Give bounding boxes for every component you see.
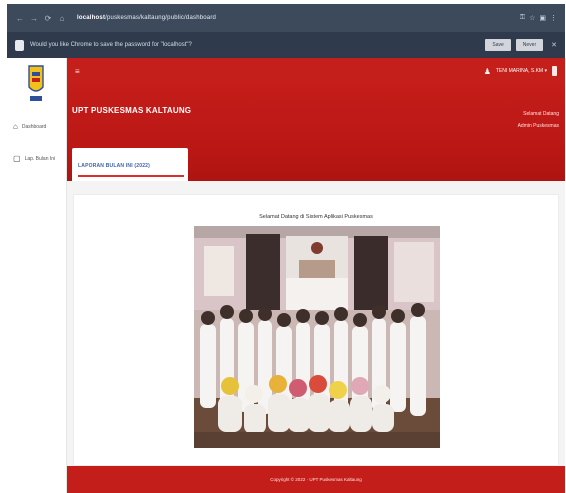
home-icon: ⌂ bbox=[13, 122, 18, 131]
top-navbar: ≡ ♟ TENI MARINA, S.KM ▾ bbox=[67, 58, 565, 84]
forward-icon[interactable]: → bbox=[29, 14, 39, 23]
more-icon[interactable]: ⋮ bbox=[550, 14, 557, 22]
star-icon[interactable]: ☆ bbox=[529, 14, 535, 22]
url-path: /puskesmas/kaltaung/public/dashboard bbox=[105, 15, 217, 21]
user-icon: ♟ bbox=[483, 66, 491, 76]
back-icon[interactable]: ← bbox=[15, 14, 25, 23]
tab-active-indicator bbox=[78, 175, 184, 177]
copyright-text: Copyright © 2022 · UPT Puskesmas Kaltaun… bbox=[270, 477, 362, 482]
home-icon[interactable]: ⌂ bbox=[57, 14, 67, 23]
menu-toggle-icon[interactable]: ≡ bbox=[75, 67, 80, 76]
reload-icon[interactable]: ⟳ bbox=[43, 14, 53, 23]
logo bbox=[28, 65, 44, 101]
page-title: UPT PUSKESMAS KALTAUNG bbox=[72, 106, 192, 115]
sidebar-item-label: Dashboard bbox=[21, 123, 47, 130]
settings-icon[interactable] bbox=[552, 66, 557, 76]
role-text: Admin Puskesmas bbox=[517, 123, 559, 129]
never-button[interactable]: Never bbox=[515, 39, 544, 51]
sidebar-item-label: Lap. Bulan Ini bbox=[24, 155, 56, 162]
browser-extension-icons: ⚿ ☆ ▣ ⋮ bbox=[520, 14, 557, 22]
save-button[interactable]: Save bbox=[485, 39, 511, 51]
app-window: ← → ⟳ ⌂ localhost/puskesmas/kaltaung/pub… bbox=[0, 0, 566, 493]
sidebar-item-dashboard[interactable]: ⌂ Dashboard bbox=[13, 122, 46, 131]
header-info: Selamat Datang Admin Puskesmas bbox=[518, 108, 559, 132]
key-icon[interactable]: ⚿ bbox=[520, 14, 525, 22]
tab-laporan[interactable]: LAPORAN BULAN INI (2022) bbox=[72, 148, 188, 185]
group-photo bbox=[194, 226, 440, 448]
document-icon: ▢ bbox=[13, 154, 21, 163]
save-password-message: Would you like Chrome to save the passwo… bbox=[30, 42, 192, 48]
user-menu[interactable]: ♟ TENI MARINA, S.KM ▾ bbox=[484, 66, 557, 76]
footer: Copyright © 2022 · UPT Puskesmas Kaltaun… bbox=[67, 466, 565, 493]
save-password-bar: Would you like Chrome to save the passwo… bbox=[7, 32, 565, 58]
user-name: TENI MARINA, S.KM ▾ bbox=[495, 68, 547, 74]
extension-icon[interactable]: ▣ bbox=[539, 14, 546, 22]
close-icon[interactable]: ✕ bbox=[551, 41, 557, 49]
sidebar: ⌂ Dashboard ▢ Lap. Bulan Ini bbox=[7, 58, 67, 493]
key-icon bbox=[15, 39, 24, 51]
save-password-actions: Save Never ✕ bbox=[485, 39, 557, 51]
sidebar-item-laporan[interactable]: ▢ Lap. Bulan Ini bbox=[13, 154, 55, 163]
tab-label: LAPORAN BULAN INI (2022) bbox=[78, 163, 151, 169]
url-host: localhost bbox=[77, 15, 106, 21]
address-bar[interactable]: localhost/puskesmas/kaltaung/public/dash… bbox=[77, 15, 216, 21]
browser-toolbar: ← → ⟳ ⌂ localhost/puskesmas/kaltaung/pub… bbox=[7, 4, 565, 32]
content-caption: Selamat Datang di Sistem Aplikasi Puskes… bbox=[259, 214, 373, 220]
welcome-text: Selamat Datang bbox=[523, 111, 559, 117]
